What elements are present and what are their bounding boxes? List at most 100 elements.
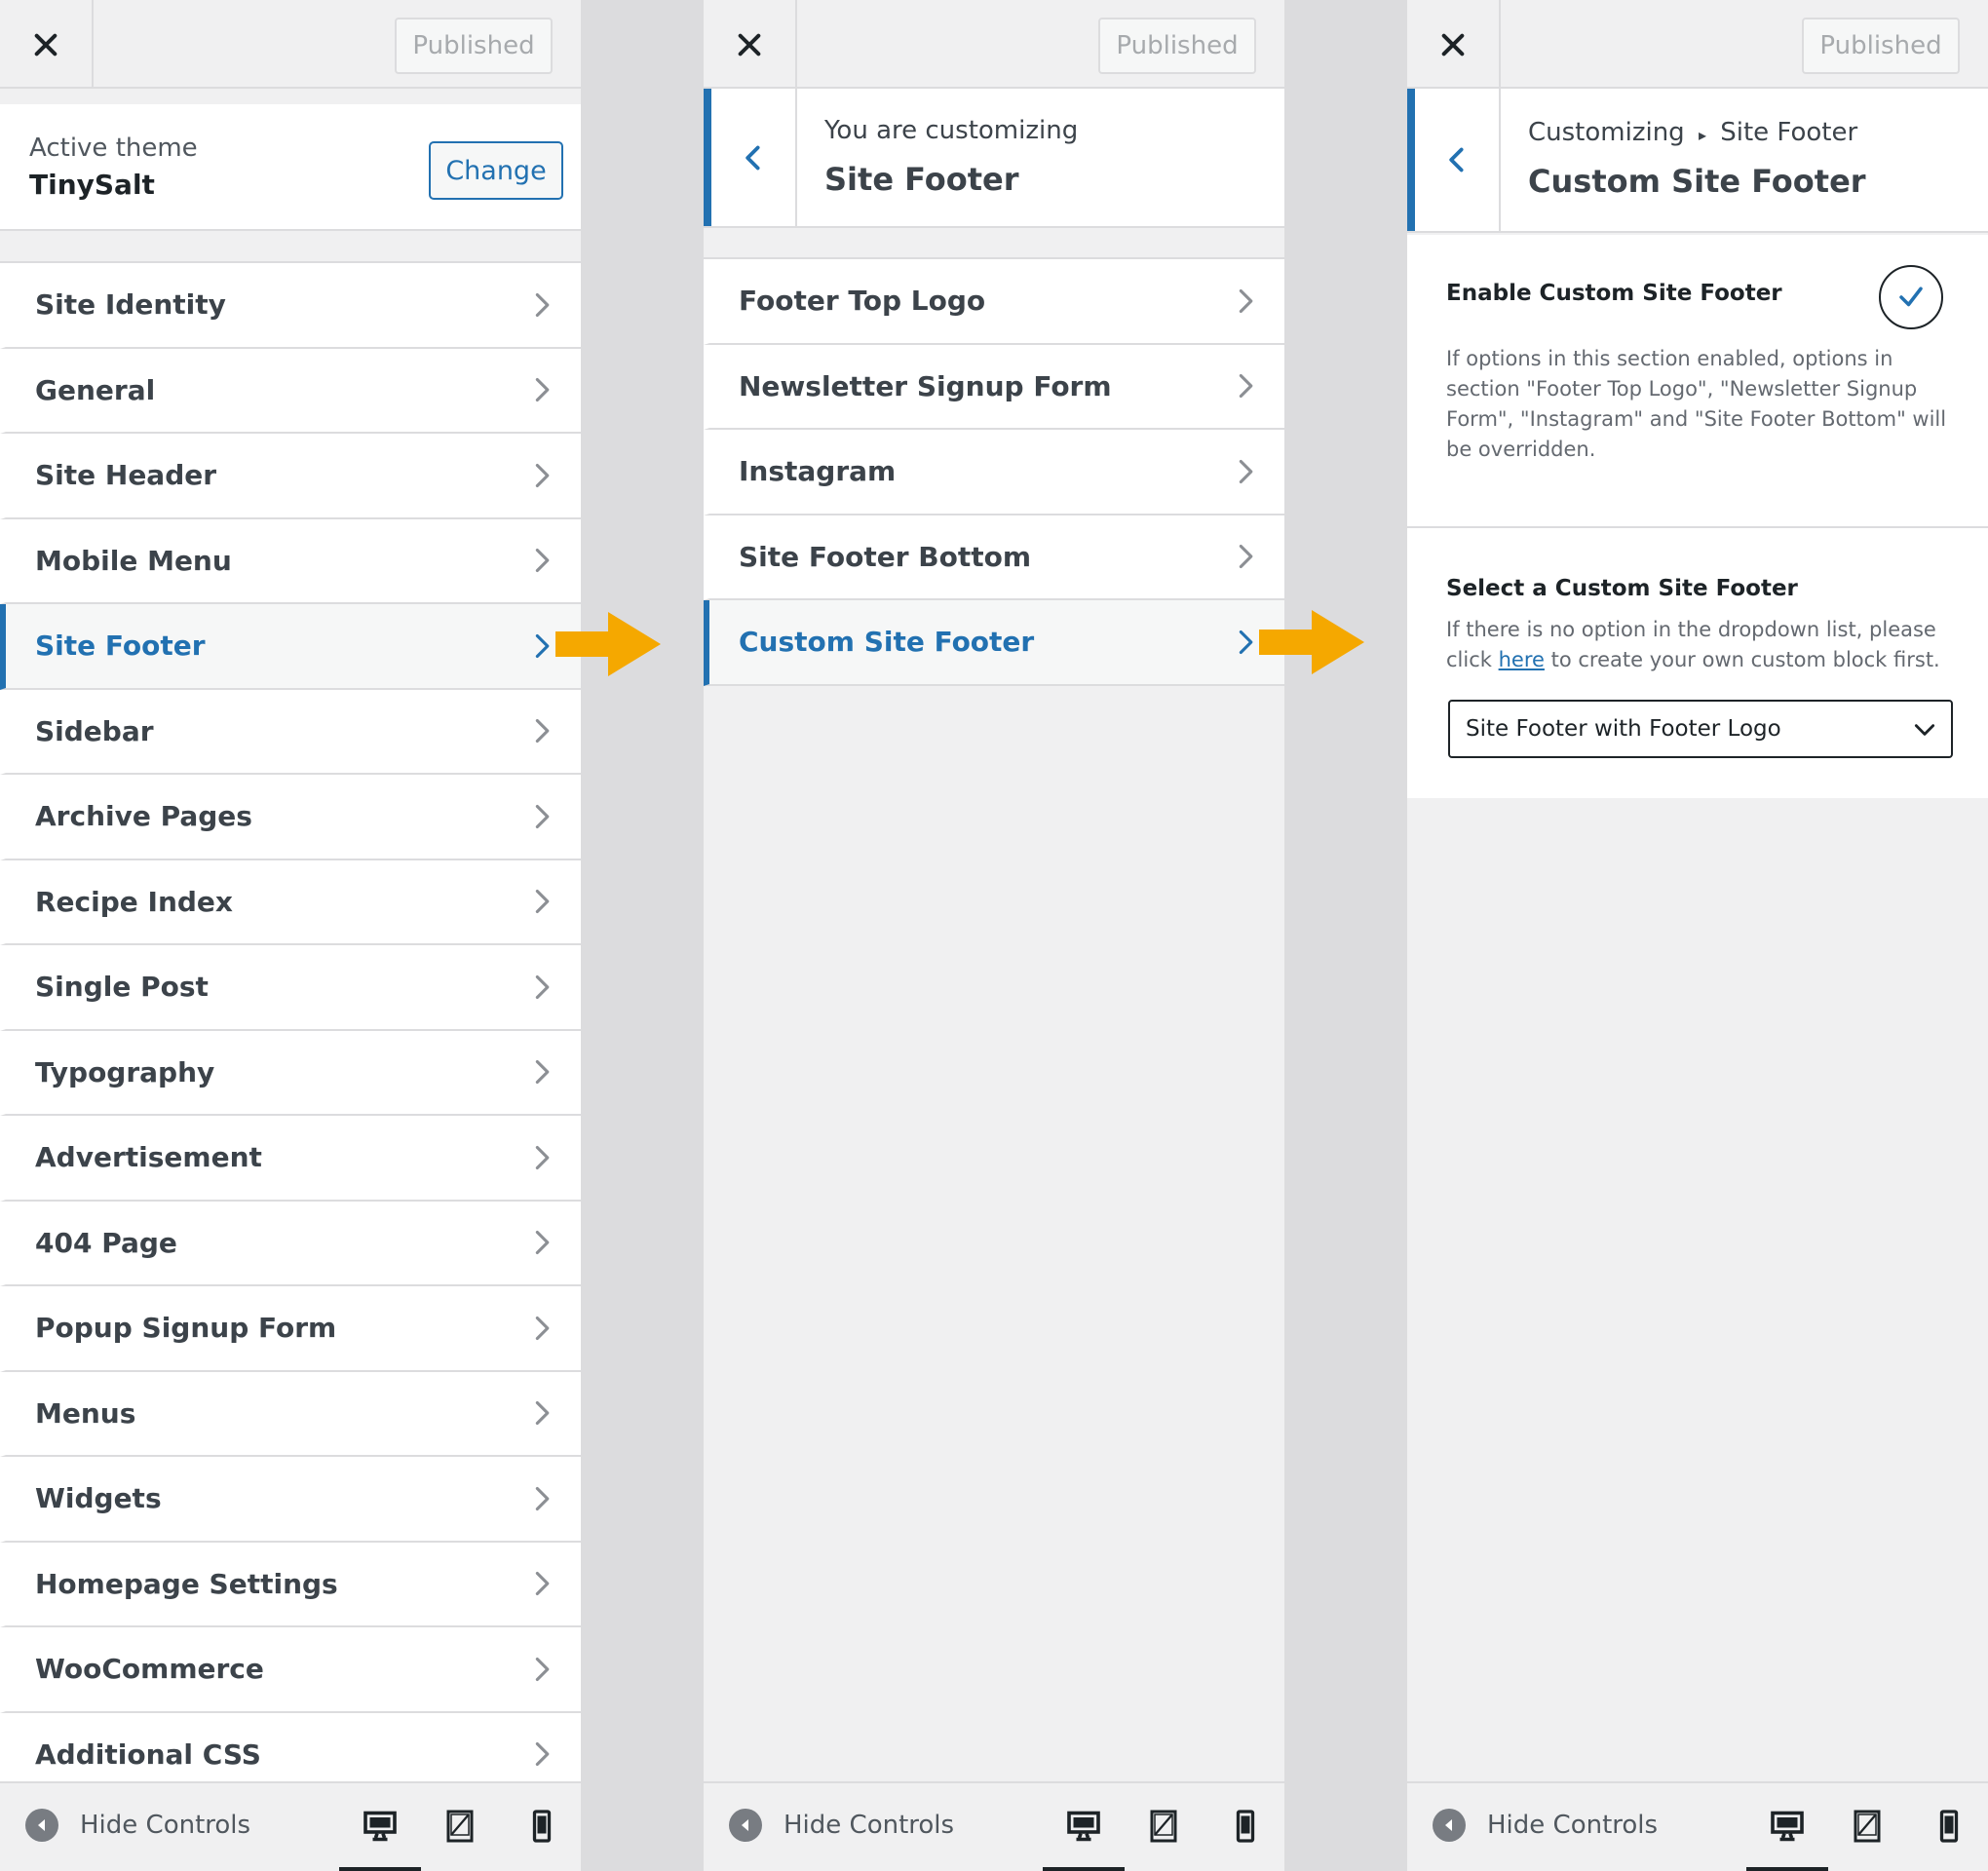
- desktop-icon: [363, 1811, 397, 1842]
- section-item[interactable]: Widgets: [0, 1457, 581, 1543]
- section-item[interactable]: Archive Pages: [0, 775, 581, 860]
- active-theme-box: Active theme TinySalt Change: [0, 104, 581, 231]
- chevron-right-icon: [1239, 545, 1253, 569]
- close-button[interactable]: [1407, 0, 1501, 89]
- chevron-right-icon: [1239, 630, 1253, 654]
- active-device-indicator: [1746, 1867, 1828, 1871]
- section-item-label: Recipe Index: [35, 885, 233, 918]
- preview-desktop-button[interactable]: [357, 1803, 403, 1850]
- section-item[interactable]: 404 Page: [0, 1202, 581, 1286]
- preview-mobile-button[interactable]: [1926, 1803, 1972, 1850]
- breadcrumb-root: Customizing: [1528, 118, 1685, 147]
- section-item[interactable]: WooCommerce: [0, 1627, 581, 1713]
- breadcrumb: Customizing ▸ Site Footer: [1528, 118, 1857, 147]
- section-item[interactable]: Site Footer Bottom: [704, 515, 1284, 600]
- preview-tablet-button[interactable]: [1844, 1803, 1891, 1850]
- section-item[interactable]: Typography: [0, 1031, 581, 1116]
- chevron-right-icon: [535, 1572, 550, 1596]
- chevron-right-icon: [535, 1401, 550, 1426]
- published-button[interactable]: Published: [1098, 18, 1256, 74]
- change-theme-button[interactable]: Change: [429, 141, 563, 200]
- hide-controls-button[interactable]: Hide Controls: [25, 1809, 250, 1842]
- section-item-label: Homepage Settings: [35, 1567, 338, 1600]
- enable-control-description: If options in this section enabled, opti…: [1446, 347, 1947, 461]
- section-item-label: Single Post: [35, 971, 209, 1004]
- published-button[interactable]: Published: [395, 18, 553, 74]
- section-item[interactable]: Site Header: [0, 434, 581, 519]
- section-item[interactable]: Advertisement: [0, 1116, 581, 1202]
- mobile-icon: [532, 1810, 552, 1843]
- create-block-link[interactable]: here: [1499, 648, 1545, 671]
- close-icon: [34, 33, 57, 56]
- chevron-right-icon: [535, 1231, 550, 1255]
- close-button[interactable]: [0, 0, 94, 89]
- chevron-left-icon: [746, 145, 760, 170]
- description-text: to create your own custom block first.: [1544, 648, 1940, 671]
- section-item[interactable]: Custom Site Footer: [704, 600, 1284, 686]
- section-item-label: Widgets: [35, 1482, 162, 1515]
- chevron-right-icon: [535, 719, 550, 744]
- preview-desktop-button[interactable]: [1764, 1803, 1811, 1850]
- hide-controls-label: Hide Controls: [1487, 1811, 1659, 1840]
- section-item-label: Site Header: [35, 459, 217, 492]
- hide-controls-label: Hide Controls: [784, 1811, 955, 1840]
- section-item[interactable]: Popup Signup Form: [0, 1286, 581, 1372]
- section-item-label: Site Identity: [35, 288, 226, 322]
- enable-custom-footer-checkbox[interactable]: [1879, 265, 1943, 329]
- section-item[interactable]: Homepage Settings: [0, 1543, 581, 1627]
- section-title: Site Footer: [824, 161, 1019, 198]
- preview-tablet-button[interactable]: [437, 1803, 483, 1850]
- footer-bar: Hide Controls: [1407, 1781, 1988, 1871]
- chevron-right-icon: [535, 1486, 550, 1510]
- section-item[interactable]: Instagram: [704, 430, 1284, 515]
- back-button[interactable]: [704, 89, 797, 226]
- close-button[interactable]: [704, 0, 797, 89]
- section-item[interactable]: Mobile Menu: [0, 519, 581, 604]
- active-theme-name: TinySalt: [29, 169, 155, 201]
- section-item[interactable]: Newsletter Signup Form: [704, 345, 1284, 430]
- arrow-left-circle-icon: [25, 1809, 58, 1842]
- section-item[interactable]: Site Footer: [0, 604, 581, 690]
- section-item-label: WooCommerce: [35, 1653, 264, 1686]
- hide-controls-button[interactable]: Hide Controls: [729, 1809, 954, 1842]
- published-button[interactable]: Published: [1802, 18, 1960, 74]
- preview-tablet-button[interactable]: [1140, 1803, 1187, 1850]
- mobile-icon: [1236, 1810, 1255, 1843]
- tablet-icon: [1150, 1810, 1177, 1843]
- chevron-right-icon: [535, 974, 550, 999]
- section-item-label: Menus: [35, 1396, 136, 1430]
- subsection-list: Footer Top Logo Newsletter Signup Form Ins…: [704, 257, 1284, 686]
- close-icon: [738, 33, 761, 56]
- chevron-right-icon: [535, 549, 550, 573]
- section-item-label: Advertisement: [35, 1141, 262, 1174]
- section-item[interactable]: Recipe Index: [0, 860, 581, 945]
- back-button[interactable]: [1407, 89, 1501, 231]
- chevron-right-icon: [1239, 459, 1253, 483]
- section-item[interactable]: Sidebar: [0, 690, 581, 775]
- section-item-label: General: [35, 373, 156, 406]
- section-item[interactable]: Site Identity: [0, 263, 581, 349]
- section-item-label: Instagram: [739, 455, 897, 488]
- preview-desktop-button[interactable]: [1060, 1803, 1107, 1850]
- hide-controls-label: Hide Controls: [80, 1811, 251, 1840]
- top-bar: Published: [1407, 0, 1988, 89]
- custom-footer-select[interactable]: Site Footer with Footer Logo: [1448, 700, 1953, 758]
- section-item[interactable]: Single Post: [0, 945, 581, 1031]
- chevron-right-icon: [535, 890, 550, 914]
- tablet-icon: [1854, 1810, 1881, 1843]
- section-title: Custom Site Footer: [1528, 163, 1866, 200]
- section-item-label: Additional CSS: [35, 1737, 261, 1771]
- hide-controls-button[interactable]: Hide Controls: [1433, 1809, 1658, 1842]
- desktop-icon: [1067, 1811, 1100, 1842]
- customizer-panel-custom-site-footer: Published Customizing ▸ Site Footer Cust…: [1407, 0, 1988, 1871]
- customizer-panel-site-footer: Published You are customizing Site Foote…: [704, 0, 1284, 1871]
- chevron-right-icon: [1239, 288, 1253, 313]
- section-subtitle: You are customizing: [824, 116, 1079, 145]
- preview-mobile-button[interactable]: [518, 1803, 565, 1850]
- chevron-right-icon: [535, 1316, 550, 1340]
- footer-bar: Hide Controls: [0, 1781, 581, 1871]
- section-item[interactable]: Menus: [0, 1372, 581, 1457]
- preview-mobile-button[interactable]: [1222, 1803, 1269, 1850]
- section-item[interactable]: General: [0, 349, 581, 434]
- section-item[interactable]: Footer Top Logo: [704, 259, 1284, 345]
